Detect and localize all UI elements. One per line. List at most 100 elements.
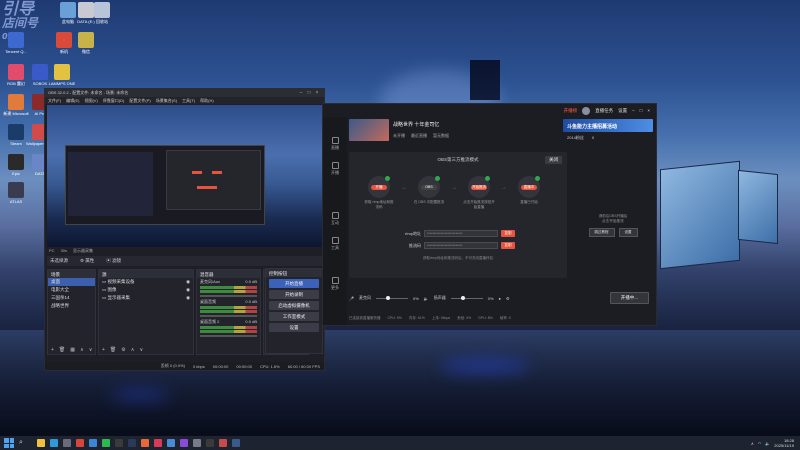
ranking-link[interactable]: 开播榜 <box>564 108 578 114</box>
edge-icon[interactable] <box>50 439 58 447</box>
properties-button[interactable]: ⚙ 属性 <box>80 258 94 264</box>
desktop-icon[interactable]: ATLAS <box>2 182 30 204</box>
wechat-icon[interactable] <box>102 439 110 447</box>
promo-banner[interactable]: 斗鱼能力主播招募活动 <box>563 119 653 132</box>
source-item[interactable]: ▭ 图像 ◉ <box>99 286 193 294</box>
speaker-icon[interactable]: 🔈 <box>424 296 429 301</box>
menu-tools[interactable]: 工具(T) <box>182 98 195 104</box>
settings-icon[interactable] <box>193 439 201 447</box>
settings-icon[interactable]: ▦ <box>70 347 75 353</box>
close-icon[interactable]: × <box>313 90 321 96</box>
volume-slider[interactable] <box>200 315 257 317</box>
mic-icon[interactable]: 🎤 <box>349 296 354 301</box>
scene-item[interactable]: 电影大全 <box>48 286 95 294</box>
menu-docks[interactable]: 停靠窗口(D) <box>103 98 125 104</box>
eye-icon[interactable]: ◉ <box>186 295 190 301</box>
qq-icon[interactable] <box>89 439 97 447</box>
nav-start[interactable]: 开播 <box>323 162 347 176</box>
side-settings-button[interactable]: 设置 <box>618 228 638 237</box>
app-icon[interactable] <box>219 439 227 447</box>
menu-help[interactable]: 帮助(H) <box>200 98 214 104</box>
search-icon[interactable]: ⌕ <box>19 438 33 448</box>
stream-title[interactable]: 战略世界 十年金司忆 <box>393 121 449 128</box>
steam-icon[interactable] <box>128 439 136 447</box>
chevron-up-icon[interactable]: ∧ <box>751 441 754 446</box>
task-link[interactable]: 直播任务 <box>595 108 613 114</box>
nav-interact[interactable]: 互动 <box>323 212 347 226</box>
menu-scene-collection[interactable]: 场景集合(S) <box>156 98 177 104</box>
music-icon[interactable] <box>154 439 162 447</box>
copy-rtmp-button[interactable]: 复制 <box>501 230 515 237</box>
settings-button[interactable]: 设置 <box>269 323 319 332</box>
start-recording-button[interactable]: 开始录制 <box>269 290 319 299</box>
obs-icon[interactable] <box>115 439 123 447</box>
speaker-slider[interactable] <box>450 295 483 300</box>
go-live-button[interactable]: 开播中... <box>609 292 649 304</box>
eye-icon[interactable]: ◉ <box>186 279 190 285</box>
menu-view[interactable]: 视图(V) <box>84 98 97 104</box>
clock[interactable]: 18:28 2025/11/19 <box>774 438 794 448</box>
copy-key-button[interactable]: 复制 <box>501 242 515 249</box>
record-icon[interactable]: ● <box>499 296 501 301</box>
source-item[interactable]: ▭ 视频采集设备 ◉ <box>99 278 193 286</box>
delete-icon[interactable]: 🗑 <box>59 347 65 353</box>
steam2-icon[interactable] <box>232 439 240 447</box>
down-icon[interactable]: ∨ <box>89 347 93 353</box>
desktop-icon[interactable]: LAMMPS ONE <box>48 64 76 86</box>
rtmp-address-field[interactable]: ************************** <box>424 230 498 237</box>
menu-profile[interactable]: 配置文件(P) <box>129 98 150 104</box>
file-explorer-icon[interactable] <box>37 439 45 447</box>
studio-mode-button[interactable]: 工作室模式 <box>269 312 319 321</box>
obs-preview[interactable] <box>47 105 323 247</box>
gear-icon[interactable]: ⚙ <box>506 296 510 301</box>
virtual-camera-button[interactable]: 启动虚拟摄像机 <box>269 301 319 310</box>
add-icon[interactable]: + <box>102 347 105 353</box>
menu-edit[interactable]: 编辑(E) <box>66 98 79 104</box>
close-icon[interactable]: × <box>647 108 650 113</box>
avatar[interactable] <box>582 106 591 115</box>
epic-icon[interactable] <box>206 439 214 447</box>
minimize-icon[interactable]: – <box>632 108 635 113</box>
source-item[interactable]: ▭ 显示器采集 ◉ <box>99 294 193 302</box>
maximize-icon[interactable]: □ <box>305 90 313 96</box>
filters-button[interactable]: ▣ 滤镜 <box>106 258 121 264</box>
up-icon[interactable]: ∧ <box>80 347 84 353</box>
mic-slider[interactable] <box>375 295 408 300</box>
windows-start-icon[interactable] <box>4 438 14 448</box>
skip-tutorial-button[interactable]: 跳过教程 <box>588 228 615 237</box>
scene-item[interactable]: 战略世界 <box>48 302 95 310</box>
menu-file[interactable]: 文件(F) <box>48 98 61 104</box>
game-icon[interactable] <box>180 439 188 447</box>
nav-live[interactable]: 直播 <box>323 137 347 151</box>
volume-slider[interactable] <box>200 335 257 337</box>
maximize-icon[interactable]: □ <box>640 108 643 113</box>
scene-item[interactable]: 三国杀14 <box>48 294 95 302</box>
douyu-icon[interactable] <box>141 439 149 447</box>
wallpaper-icon[interactable] <box>167 439 175 447</box>
nav-tools[interactable]: 工具 <box>323 237 347 251</box>
gear-icon[interactable]: ⚙ <box>121 347 125 353</box>
add-icon[interactable]: + <box>51 347 54 353</box>
live-companion-window[interactable]: 开播榜 直播任务 设置 – □ × 直播 开播 互动 工具 更多 战略世界 十年… <box>322 103 657 326</box>
settings-link[interactable]: 设置 <box>618 108 627 114</box>
close-button[interactable]: 关闭 <box>545 156 562 164</box>
delete-icon[interactable]: 🗑 <box>110 347 116 353</box>
chrome-icon[interactable] <box>76 439 84 447</box>
stream-key-field[interactable]: ************************** <box>424 242 498 249</box>
start-streaming-button[interactable]: 开始直播 <box>269 279 319 288</box>
scene-item[interactable]: 桌面 <box>48 278 95 286</box>
desktop-icon[interactable]: Tencent Q... <box>2 32 30 54</box>
down-icon[interactable]: ∨ <box>139 347 143 353</box>
desktop-icon[interactable]: 微信 <box>72 32 100 54</box>
nav-more[interactable]: 更多 <box>323 277 347 291</box>
network-icon[interactable]: ◠ <box>758 441 762 446</box>
stream-cover[interactable] <box>349 119 389 141</box>
obs-titlebar[interactable]: OBS 32.0.2 - 配置文件: 未命名 - 场景: 未命名 – □ × <box>45 89 324 97</box>
minimize-icon[interactable]: – <box>297 90 305 96</box>
desktop-icon[interactable]: 回收站 <box>88 2 116 24</box>
eye-icon[interactable]: ◉ <box>186 287 190 293</box>
volume-icon[interactable]: 🔈 <box>765 441 770 446</box>
up-icon[interactable]: ∧ <box>131 347 135 353</box>
volume-slider[interactable] <box>200 295 257 297</box>
store-icon[interactable] <box>63 439 71 447</box>
